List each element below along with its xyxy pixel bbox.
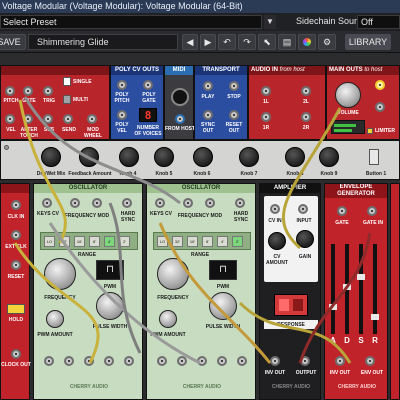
preset-name[interactable]: Shimmering Glide [28,34,178,50]
cable-grey-2[interactable] [48,222,201,365]
next-preset-button[interactable]: ▶ [200,34,216,50]
color-wheel-icon[interactable] [298,34,316,50]
cursor-icon[interactable]: ⬉ [258,34,276,50]
chevron-down-icon[interactable]: ▼ [264,15,276,29]
sidechain-select[interactable]: Off [357,15,400,29]
patch-icon[interactable]: ▤ [278,34,296,50]
window-title: Voltage Modular (Voltage Modular): Volta… [0,0,400,13]
cable-grey-1[interactable] [23,96,181,205]
undo-icon[interactable]: ↶ [218,34,236,50]
cable-yellow-4[interactable] [238,301,352,364]
cable-yellow-3[interactable] [13,242,100,364]
cable-grey-3[interactable] [108,202,142,354]
patch-cables [13,96,372,365]
library-button[interactable]: LIBRARY [345,34,391,50]
cable-amber-1[interactable] [158,222,272,364]
rack: PITCH GATE TRIG SINGLE MULTI VEL AFTER T… [0,53,400,400]
save-button[interactable]: SAVE [0,34,26,50]
preset-bar: Select Preset ▼ Sidechain Source: Off [0,13,400,31]
preset-select[interactable]: Select Preset [0,15,262,29]
toolbar: SAVE Shimmering Glide ◀ ▶ ↶ ↷ ⬉ ▤ ⚙ LIBR… [0,31,400,53]
prev-preset-button[interactable]: ◀ [182,34,198,50]
cable-yellow-2[interactable] [281,107,342,250]
redo-icon[interactable]: ↷ [238,34,256,50]
gear-icon[interactable]: ⚙ [318,34,336,50]
